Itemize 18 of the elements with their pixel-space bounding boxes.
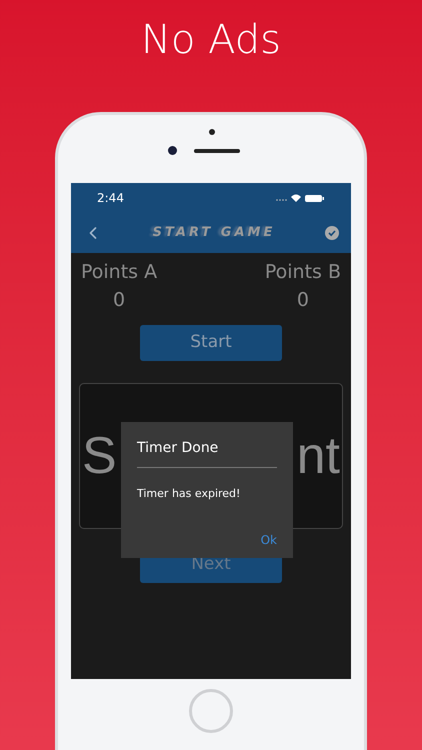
camera-icon (168, 146, 177, 155)
headline: No Ads (141, 16, 281, 65)
speaker-icon (194, 149, 240, 153)
ok-button[interactable]: Ok (260, 530, 277, 548)
score-value: 0 (113, 288, 126, 313)
nav-title: START GAME (152, 224, 276, 242)
score-value: 0 (296, 288, 309, 313)
score-label: Points B (264, 260, 341, 285)
dialog-message: Timer has expired! (137, 486, 242, 502)
dialog-title: Timer Done (137, 439, 220, 458)
score-label: Points A (81, 260, 158, 285)
status-time: 2:44 (97, 190, 124, 207)
sensor-icon (209, 129, 215, 135)
card-text: S (82, 430, 117, 482)
status-icons (275, 193, 325, 203)
start-button[interactable]: Start (140, 325, 282, 361)
card-text: nt (296, 430, 340, 482)
check-circle-icon[interactable] (325, 226, 339, 240)
